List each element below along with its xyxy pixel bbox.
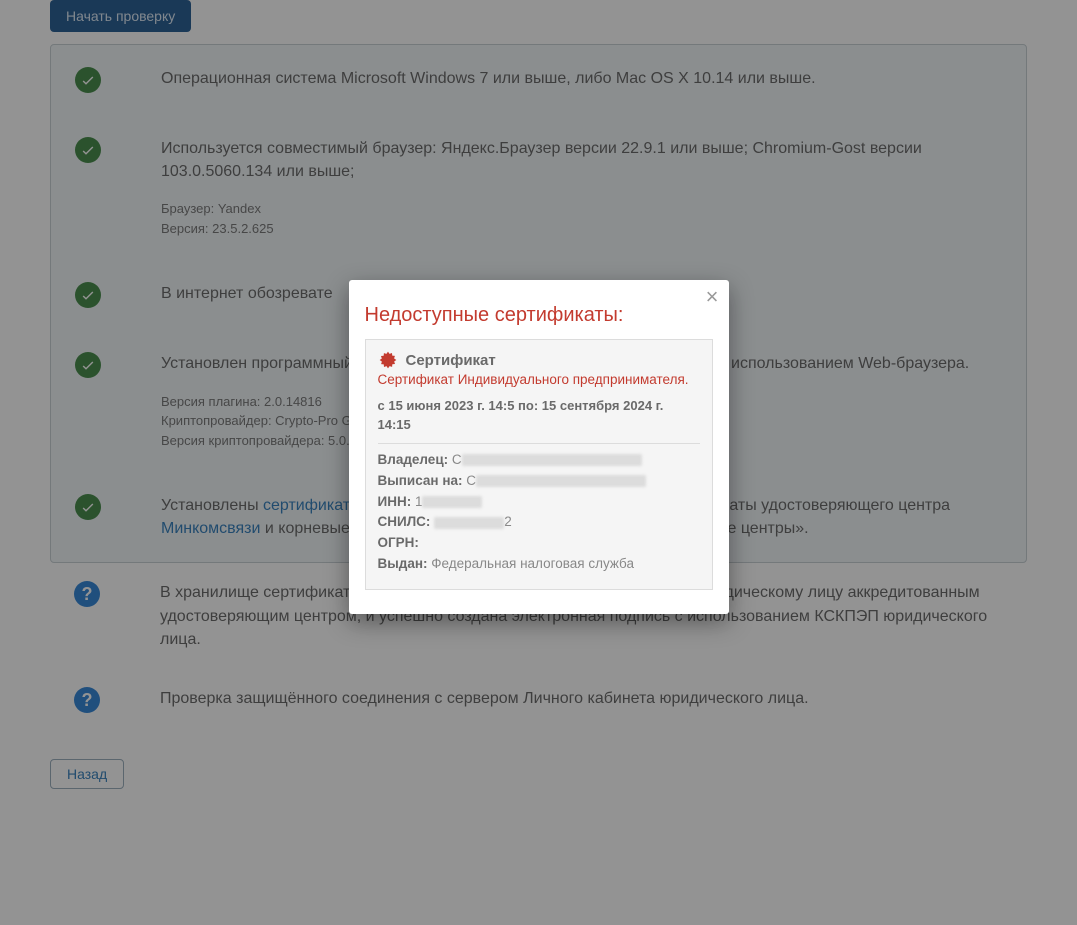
- unavailable-certs-modal: × Недоступные сертификаты: Сертификат Се…: [349, 280, 729, 614]
- text-fragment: С: [452, 452, 462, 467]
- redacted-value: [462, 454, 642, 466]
- cert-ogrn: ОГРН:: [378, 533, 700, 554]
- redacted-value: [476, 475, 646, 487]
- redacted-value: [422, 496, 482, 508]
- text-fragment: 1: [415, 494, 423, 509]
- cert-issued-to: Выписан на: С: [378, 471, 700, 492]
- cert-period: с 15 июня 2023 г. 14:5 по: 15 сентября 2…: [378, 397, 700, 444]
- certificate-box: Сертификат Сертификат Индивидуального пр…: [365, 339, 713, 590]
- cert-snils: СНИЛС: 2: [378, 512, 700, 533]
- modal-title: Недоступные сертификаты:: [365, 304, 713, 327]
- modal-overlay[interactable]: × Недоступные сертификаты: Сертификат Се…: [0, 0, 1077, 925]
- close-icon[interactable]: ×: [706, 286, 719, 308]
- text-fragment: 2: [504, 514, 512, 529]
- seal-icon: [378, 350, 398, 370]
- cert-owner: Владелец: С: [378, 450, 700, 471]
- cert-label: Сертификат: [406, 352, 496, 369]
- text-fragment: Федеральная налоговая служба: [431, 556, 634, 571]
- cert-inn: ИНН: 1: [378, 492, 700, 513]
- redacted-value: [434, 517, 504, 529]
- cert-subtitle: Сертификат Индивидуального предпринимате…: [378, 372, 700, 387]
- text-fragment: С: [466, 473, 476, 488]
- cert-issued-by: Выдан: Федеральная налоговая служба: [378, 554, 700, 575]
